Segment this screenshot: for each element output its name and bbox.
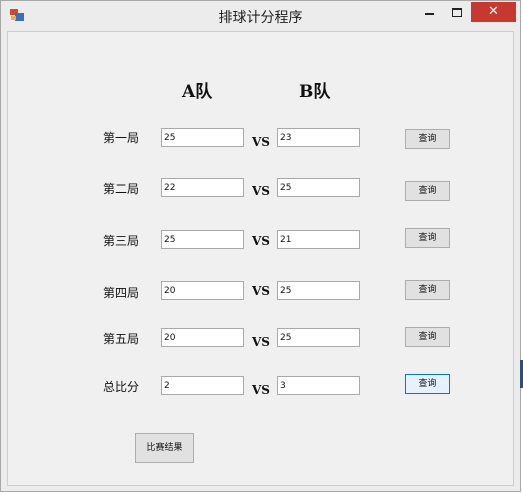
set-3-team-a-score[interactable] bbox=[161, 230, 244, 249]
title-bar[interactable]: 排球计分程序 ✕ bbox=[1, 1, 520, 31]
set-2-vs-label: VS bbox=[252, 184, 270, 198]
set-5-query-button[interactable]: 查询 bbox=[405, 327, 450, 347]
close-button[interactable]: ✕ bbox=[471, 2, 516, 22]
set-3-label: 第三局 bbox=[103, 234, 140, 248]
set-4-team-a-score[interactable] bbox=[161, 281, 244, 300]
set-1-label: 第一局 bbox=[103, 131, 140, 145]
total-score-label: 总比分 bbox=[103, 380, 140, 394]
close-icon: ✕ bbox=[488, 4, 499, 19]
set-1-team-a-score[interactable] bbox=[161, 128, 244, 147]
team-b-heading: B队 bbox=[299, 82, 331, 102]
set-5-team-b-score[interactable] bbox=[277, 328, 360, 347]
set-5-vs-label: VS bbox=[252, 335, 270, 349]
set-3-team-b-score[interactable] bbox=[277, 230, 360, 249]
set-5-label: 第五局 bbox=[103, 332, 140, 346]
app-window: 排球计分程序 ✕ A队 B队 第一局 VS 查询 第二局 VS 查询 第三局 V… bbox=[0, 0, 521, 492]
set-2-team-b-score[interactable] bbox=[277, 178, 360, 197]
total-vs-label: VS bbox=[252, 383, 270, 397]
set-4-label: 第四局 bbox=[103, 286, 140, 300]
set-3-vs-label: VS bbox=[252, 234, 270, 248]
set-2-label: 第二局 bbox=[103, 182, 140, 196]
total-team-a-score[interactable] bbox=[161, 376, 244, 395]
total-team-b-score[interactable] bbox=[277, 376, 360, 395]
set-5-team-a-score[interactable] bbox=[161, 328, 244, 347]
set-3-query-button[interactable]: 查询 bbox=[405, 228, 450, 248]
set-1-team-b-score[interactable] bbox=[277, 128, 360, 147]
set-4-team-b-score[interactable] bbox=[277, 281, 360, 300]
set-4-vs-label: VS bbox=[252, 284, 270, 298]
minimize-icon bbox=[425, 13, 434, 15]
set-2-query-button[interactable]: 查询 bbox=[405, 181, 450, 201]
maximize-button[interactable] bbox=[444, 3, 470, 23]
set-1-query-button[interactable]: 查询 bbox=[405, 129, 450, 149]
set-4-query-button[interactable]: 查询 bbox=[405, 280, 450, 300]
set-1-vs-label: VS bbox=[252, 135, 270, 149]
minimize-button[interactable] bbox=[417, 3, 443, 23]
form-client-area bbox=[7, 31, 514, 486]
total-query-button[interactable]: 查询 bbox=[405, 374, 450, 394]
set-2-team-a-score[interactable] bbox=[161, 178, 244, 197]
team-a-heading: A队 bbox=[182, 82, 213, 102]
match-result-button[interactable]: 比赛结果 bbox=[135, 433, 194, 463]
maximize-icon bbox=[452, 8, 462, 17]
